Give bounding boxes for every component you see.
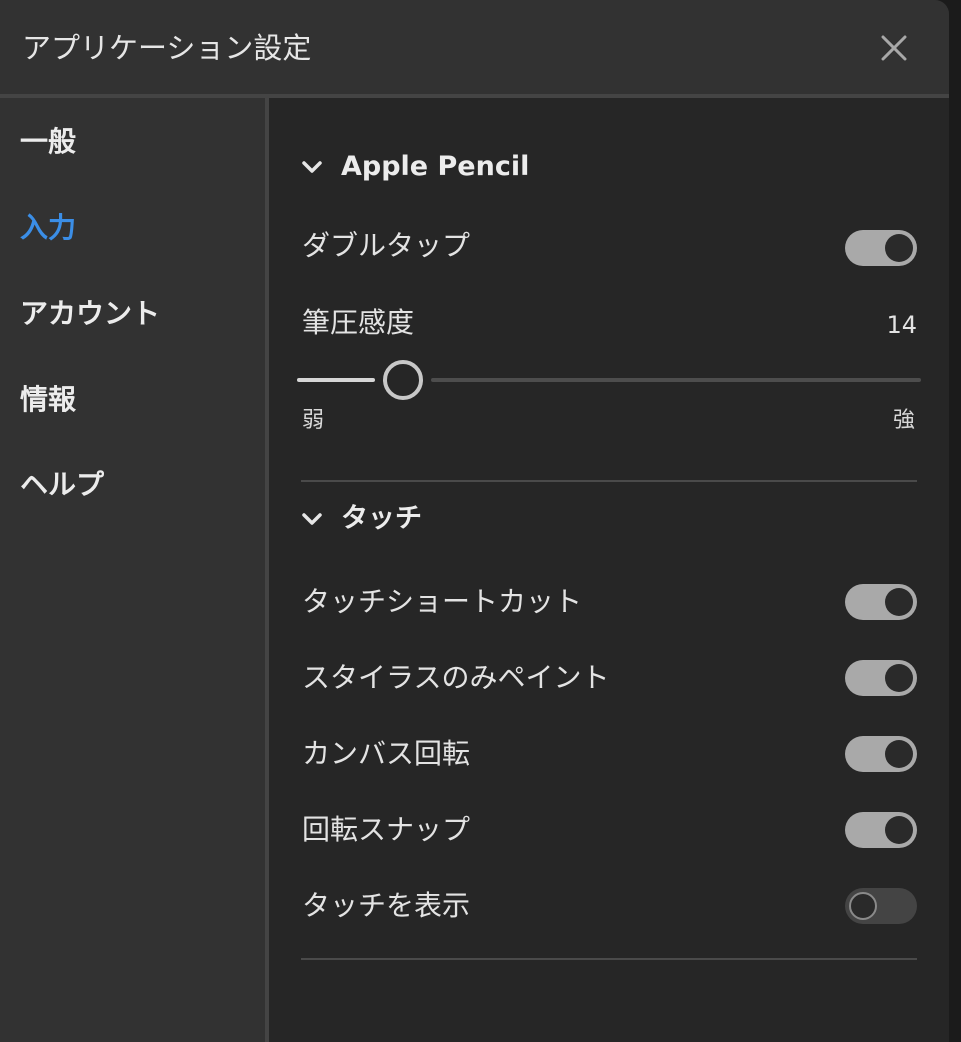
- section-apple-pencil-header[interactable]: Apple Pencil: [299, 147, 599, 187]
- show-touch-label: タッチを表示: [302, 889, 471, 922]
- toggle-knob: [885, 234, 913, 262]
- touch-shortcut-toggle[interactable]: [845, 584, 917, 620]
- section-touch-header[interactable]: タッチ: [299, 499, 499, 539]
- toggle-knob: [885, 816, 913, 844]
- sidebar-item-help[interactable]: ヘルプ: [20, 465, 104, 505]
- section-divider: [301, 958, 917, 960]
- toggle-knob: [885, 588, 913, 616]
- sidebar: 一般 入力 アカウント 情報 ヘルプ: [0, 98, 265, 1042]
- show-touch-toggle[interactable]: [845, 888, 917, 924]
- pressure-sensitivity-slider[interactable]: [297, 360, 921, 400]
- sidebar-item-info[interactable]: 情報: [20, 380, 76, 420]
- section-touch-title: タッチ: [341, 503, 422, 534]
- double-tap-toggle[interactable]: [845, 230, 917, 266]
- close-icon[interactable]: [876, 30, 912, 66]
- slider-max-label: 強: [893, 408, 916, 433]
- section-divider: [301, 480, 917, 482]
- stylus-only-paint-label: スタイラスのみペイント: [302, 661, 610, 694]
- rotation-snap-label: 回転スナップ: [302, 813, 471, 846]
- slider-track-filled: [297, 378, 376, 382]
- canvas-rotation-toggle[interactable]: [845, 736, 917, 772]
- section-apple-pencil-title: Apple Pencil: [341, 151, 530, 182]
- slider-thumb[interactable]: [383, 360, 424, 400]
- touch-shortcut-label: タッチショートカット: [302, 585, 583, 618]
- settings-panel: Apple Pencil ダブルタップ 筆圧感度 14 弱 強 タッチ タッチシ…: [269, 98, 949, 1042]
- settings-dialog: アプリケーション設定 一般 入力 アカウント 情報 ヘルプ Apple Penc…: [0, 0, 949, 1042]
- rotation-snap-toggle[interactable]: [845, 812, 917, 848]
- pressure-sensitivity-label: 筆圧感度: [302, 306, 415, 339]
- stylus-only-paint-toggle[interactable]: [845, 660, 917, 696]
- slider-min-label: 弱: [302, 408, 325, 433]
- toggle-knob: [885, 664, 913, 692]
- toggle-knob: [849, 892, 877, 920]
- sidebar-item-account[interactable]: アカウント: [20, 294, 160, 334]
- toggle-knob: [885, 740, 913, 768]
- double-tap-label: ダブルタップ: [302, 229, 471, 262]
- canvas-rotation-label: カンバス回転: [302, 737, 471, 770]
- sidebar-item-general[interactable]: 一般: [20, 122, 76, 162]
- pressure-sensitivity-value: 14: [886, 311, 917, 339]
- slider-track-empty: [431, 378, 921, 382]
- sidebar-item-input[interactable]: 入力: [20, 208, 76, 248]
- chevron-down-icon: [302, 513, 322, 525]
- dialog-title: アプリケーション設定: [22, 31, 312, 65]
- chevron-down-icon: [302, 161, 322, 173]
- title-bar: アプリケーション設定: [0, 0, 949, 94]
